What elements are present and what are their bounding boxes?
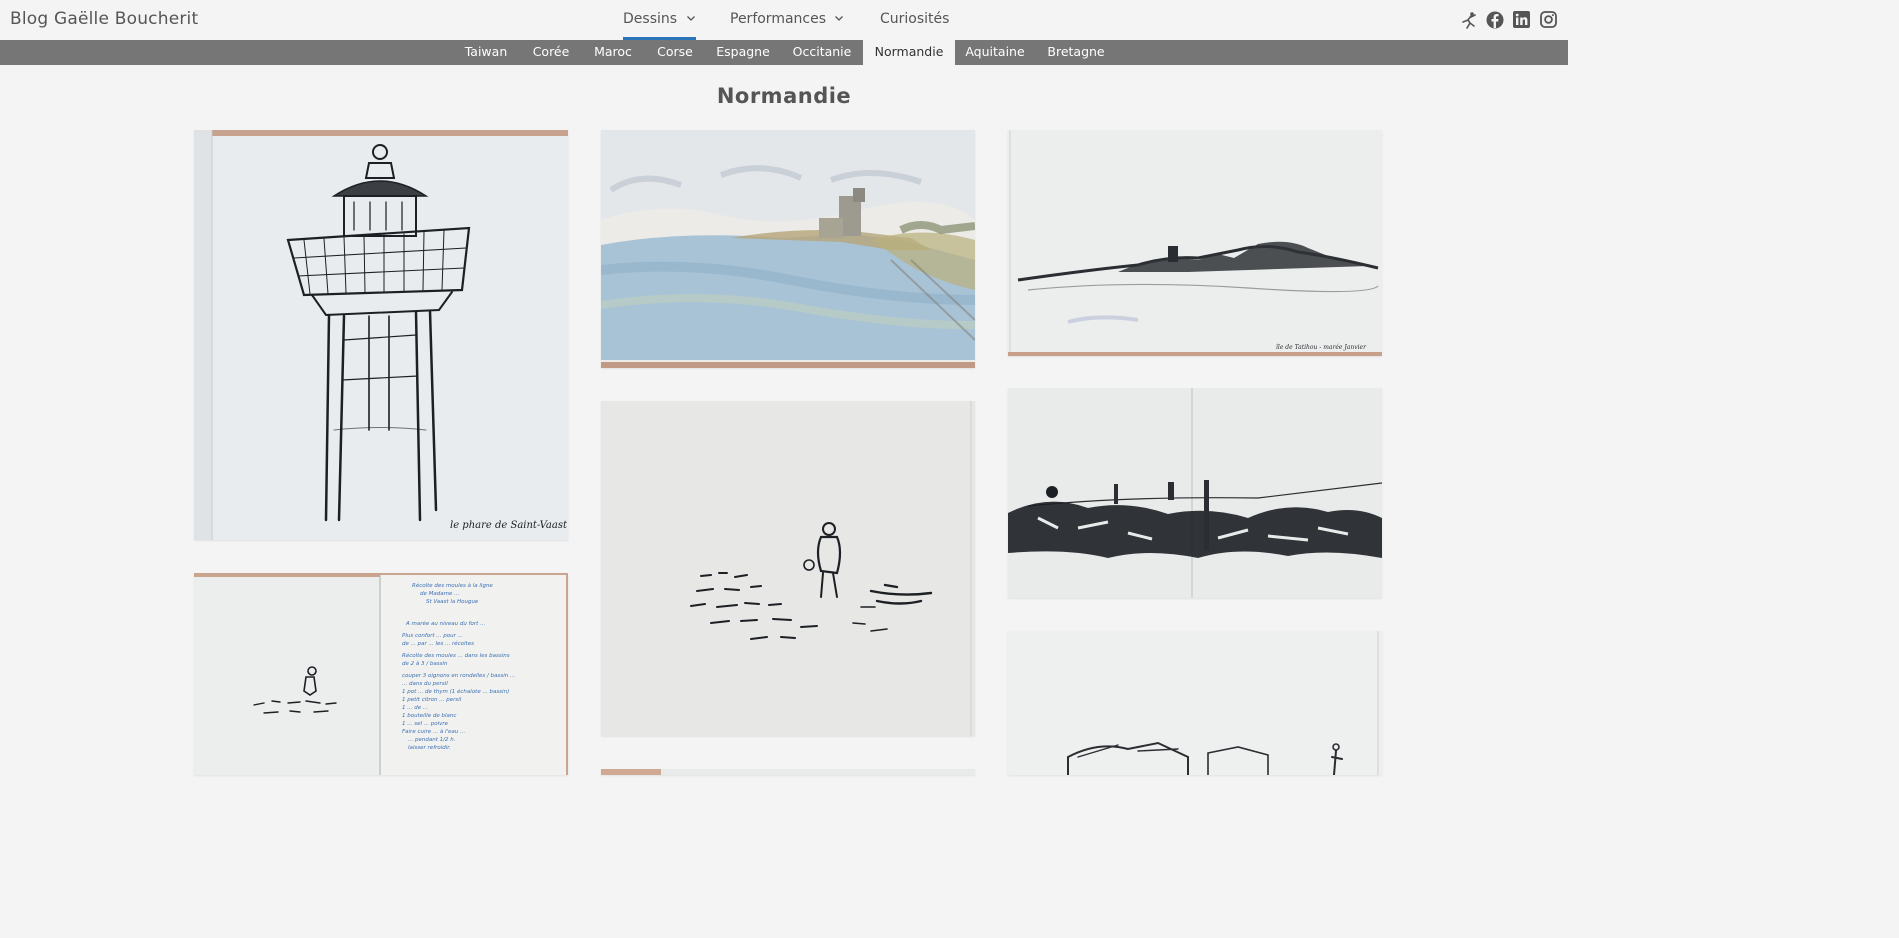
nav-item-label: Curiosités bbox=[880, 11, 950, 27]
partial-image bbox=[601, 769, 975, 775]
subnav-item-espagne[interactable]: Espagne bbox=[709, 40, 777, 65]
subnav-item-maroc[interactable]: Maroc bbox=[587, 40, 639, 65]
notebook-page-sketch: Récolte des moules à la ligne de Madame … bbox=[194, 573, 568, 775]
instagram-icon[interactable] bbox=[1540, 11, 1557, 29]
facebook-icon[interactable] bbox=[1486, 11, 1504, 29]
subnav-item-normandie[interactable]: Normandie bbox=[863, 40, 955, 65]
chevron-down-icon bbox=[686, 0, 696, 38]
dancer-icon[interactable] bbox=[1460, 11, 1478, 29]
svg-text:de 2 à 3 / bassin: de 2 à 3 / bassin bbox=[402, 660, 448, 667]
subnav-item-occitanie[interactable]: Occitanie bbox=[786, 40, 858, 65]
gallery-image-watercolor[interactable] bbox=[601, 130, 975, 368]
svg-text:de ... par ... les ... récolte: de ... par ... les ... récoltes bbox=[402, 640, 474, 647]
gallery-image-island[interactable]: île de Tatihou - marée Janvier bbox=[1008, 130, 1382, 356]
svg-text:le phare de Saint-Vaast pour c: le phare de Saint-Vaast pour croiser le … bbox=[450, 520, 568, 531]
svg-text:Récolte des moules ... dans le: Récolte des moules ... dans les bassins bbox=[402, 652, 510, 659]
gallery-image-coastline[interactable] bbox=[1008, 388, 1382, 598]
nav-item-dessins[interactable]: Dessins bbox=[623, 0, 696, 40]
island-caption: île de Tatihou - marée Janvier bbox=[1276, 344, 1367, 351]
svg-text:Faire cuire ... à l'eau ...: Faire cuire ... à l'eau ... bbox=[402, 728, 466, 735]
beach-walker-sketch bbox=[601, 401, 975, 736]
lighthouse-caption: le phare de Saint-Vaast pour croiser le … bbox=[450, 520, 568, 531]
svg-text:A marée au niveau du fort ...: A marée au niveau du fort ... bbox=[405, 620, 486, 627]
svg-text:île de Tatihou - marée Janvier: île de Tatihou - marée Janvier bbox=[1276, 344, 1367, 351]
coastline-ink-sketch bbox=[1008, 388, 1382, 598]
subnav-item-corse[interactable]: Corse bbox=[649, 40, 701, 65]
svg-text:de Madame ...: de Madame ... bbox=[420, 591, 460, 597]
chevron-down-icon bbox=[834, 0, 844, 38]
subnav-item-aquitaine[interactable]: Aquitaine bbox=[960, 40, 1030, 65]
linkedin-icon[interactable] bbox=[1513, 11, 1530, 29]
subnav-item-taiwan[interactable]: Taiwan bbox=[457, 40, 515, 65]
gallery-image-lighthouse[interactable]: le phare de Saint-Vaast pour croiser le … bbox=[194, 130, 568, 540]
top-header: Blog Gaëlle Boucherit Dessins Performanc… bbox=[0, 0, 1568, 40]
nav-item-label: Performances bbox=[730, 11, 827, 27]
nav-item-label: Dessins bbox=[623, 11, 678, 27]
page-title: Normandie bbox=[716, 84, 852, 108]
nav-item-performances[interactable]: Performances bbox=[730, 0, 844, 40]
svg-text:1 bouteille de blanc: 1 bouteille de blanc bbox=[402, 713, 456, 719]
coastal-fort-watercolor bbox=[601, 130, 975, 368]
lighthouse-sketch: le phare de Saint-Vaast pour croiser le … bbox=[194, 130, 568, 540]
gallery-image-notebook[interactable]: Récolte des moules à la ligne de Madame … bbox=[194, 573, 568, 775]
svg-text:1 petit citron ... persil: 1 petit citron ... persil bbox=[402, 697, 462, 703]
subnav-item-bretagne[interactable]: Bretagne bbox=[1041, 40, 1111, 65]
nav-item-curiosites[interactable]: Curiosités bbox=[880, 0, 949, 40]
gallery-image-walker[interactable] bbox=[601, 401, 975, 736]
svg-text:1 pot ... de thym (1 échalote: 1 pot ... de thym (1 échalote ... bassin… bbox=[402, 688, 509, 695]
svg-text:Plus confort ... pour ...: Plus confort ... pour ... bbox=[402, 633, 463, 639]
svg-text:St Vaast la Hougue: St Vaast la Hougue bbox=[426, 599, 479, 605]
svg-text:1 ... de ...: 1 ... de ... bbox=[402, 705, 428, 711]
gallery-image-partial[interactable] bbox=[601, 769, 975, 775]
svg-text:... pendant 1/2 h.: ... pendant 1/2 h. bbox=[408, 737, 456, 743]
gallery-image-village[interactable] bbox=[1008, 631, 1382, 775]
svg-text:couper 3 oignons en rondelles: couper 3 oignons en rondelles / bassin .… bbox=[402, 673, 515, 679]
svg-text:laisser refroidir.: laisser refroidir. bbox=[408, 745, 451, 751]
svg-text:... dans du persil: ... dans du persil bbox=[402, 681, 448, 687]
main-nav: Dessins Performances Curiosités bbox=[0, 0, 1568, 40]
svg-text:Récolte des moules à la ligne: Récolte des moules à la ligne bbox=[412, 582, 493, 589]
village-sketch bbox=[1008, 631, 1382, 775]
island-sketch: île de Tatihou - marée Janvier bbox=[1008, 130, 1382, 356]
svg-text:1 ... sel ... poivre: 1 ... sel ... poivre bbox=[402, 721, 449, 727]
sub-nav: Taiwan Corée Maroc Corse Espagne Occitan… bbox=[0, 40, 1568, 65]
subnav-item-coree[interactable]: Corée bbox=[524, 40, 578, 65]
